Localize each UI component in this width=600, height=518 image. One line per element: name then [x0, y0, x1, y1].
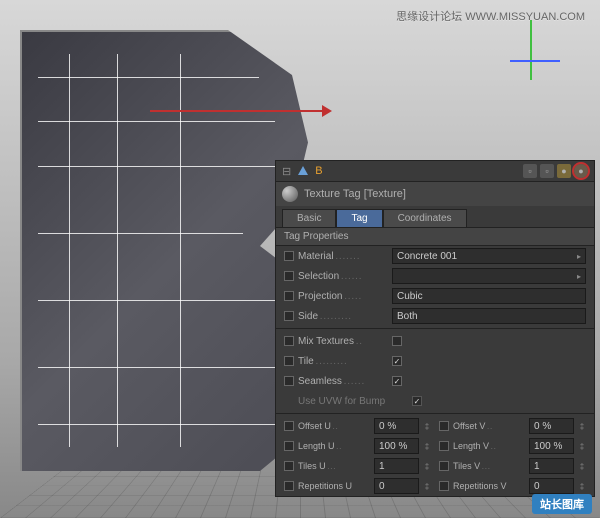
spinner-lengthu[interactable]: ‡ — [423, 442, 431, 451]
label-offsetu: Offset U . . — [298, 421, 370, 431]
axis-y — [530, 20, 532, 80]
tab-coordinates[interactable]: Coordinates — [383, 209, 467, 227]
anim-dot-side[interactable] — [284, 311, 294, 321]
object-tag-icons: ▫ ▫ ● ● — [523, 164, 588, 178]
axis-z — [510, 60, 560, 62]
source-badge: 站长图库 — [532, 494, 592, 514]
tag-icon-1[interactable]: ▫ — [523, 164, 537, 178]
hierarchy-toggle-icon[interactable]: ⊟ — [282, 165, 291, 178]
row-side: Side . . . . . . . . . Both — [276, 306, 594, 326]
panel-title: Texture Tag [Texture] — [304, 188, 406, 200]
checkbox-mix[interactable] — [392, 336, 402, 346]
field-lengthv[interactable]: 100 % — [529, 438, 574, 454]
row-tile: Tile . . . . . . . . . ✓ — [276, 351, 594, 371]
row-reps-u: Repetitions U 0 ‡ — [280, 476, 435, 496]
field-offsetu[interactable]: 0 % — [374, 418, 419, 434]
row-selection: Selection . . . . . . — [276, 266, 594, 286]
label-offsetv: Offset V . . — [453, 421, 525, 431]
spinner-offsetu[interactable]: ‡ — [423, 422, 431, 431]
separator — [276, 328, 594, 329]
anim-dot-selection[interactable] — [284, 271, 294, 281]
anim-dot-mix[interactable] — [284, 336, 294, 346]
label-selection: Selection . . . . . . — [298, 271, 388, 282]
label-tilesv: Tiles V . . . — [453, 461, 525, 471]
anim-dot-repsv[interactable] — [439, 481, 449, 491]
texture-tag-icon-selected[interactable]: ● — [574, 164, 588, 178]
object-path-bar: ⊟ B ▫ ▫ ● ● — [276, 161, 594, 182]
label-tile: Tile . . . . . . . . . — [298, 356, 388, 367]
anim-dot-lengthu[interactable] — [284, 441, 294, 451]
field-side[interactable]: Both — [392, 308, 586, 324]
spinner-offsetv[interactable]: ‡ — [578, 422, 586, 431]
row-mix-textures: Mix Textures . . — [276, 331, 594, 351]
object-type-icon — [297, 165, 309, 177]
panel-header: Texture Tag [Texture] — [276, 182, 594, 206]
watermark-text: 思缘设计论坛 WWW.MISSYUAN.COM — [396, 8, 585, 24]
field-repsu[interactable]: 0 — [374, 478, 419, 494]
anim-dot-projection[interactable] — [284, 291, 294, 301]
label-seamless: Seamless . . . . . . — [298, 376, 388, 387]
anim-dot-tile[interactable] — [284, 356, 294, 366]
row-seamless: Seamless . . . . . . ✓ — [276, 371, 594, 391]
row-length-u: Length U . . 100 % ‡ — [280, 436, 435, 456]
separator-2 — [276, 413, 594, 414]
checkbox-seamless[interactable]: ✓ — [392, 376, 402, 386]
anim-dot-material[interactable] — [284, 251, 294, 261]
row-projection: Projection . . . . . Cubic — [276, 286, 594, 306]
anim-dot-offsetv[interactable] — [439, 421, 449, 431]
checkbox-tile[interactable]: ✓ — [392, 356, 402, 366]
label-repsv: Repetitions V — [453, 481, 525, 491]
field-selection[interactable] — [392, 268, 586, 284]
object-name[interactable]: B — [315, 165, 517, 177]
tab-bar: Basic Tag Coordinates — [276, 206, 594, 227]
attribute-panel: ⊟ B ▫ ▫ ● ● Texture Tag [Texture] Basic … — [275, 160, 595, 497]
label-material: Material . . . . . . . — [298, 251, 388, 262]
anim-dot-tilesv[interactable] — [439, 461, 449, 471]
spinner-tilesu[interactable]: ‡ — [423, 462, 431, 471]
row-offset-u: Offset U . . 0 % ‡ — [280, 416, 435, 436]
row-uvw-bump: Use UVW for Bump ✓ — [276, 391, 594, 411]
tab-basic[interactable]: Basic — [282, 209, 336, 227]
section-header: Tag Properties — [276, 227, 594, 246]
field-offsetv[interactable]: 0 % — [529, 418, 574, 434]
checkbox-uvw: ✓ — [412, 396, 422, 406]
field-lengthu[interactable]: 100 % — [374, 438, 419, 454]
spinner-lengthv[interactable]: ‡ — [578, 442, 586, 451]
field-projection[interactable]: Cubic — [392, 288, 586, 304]
tag-icon-3[interactable]: ● — [557, 164, 571, 178]
tag-icon-2[interactable]: ▫ — [540, 164, 554, 178]
field-tilesv[interactable]: 1 — [529, 458, 574, 474]
label-lengthu: Length U . . — [298, 441, 370, 451]
anim-dot-seamless[interactable] — [284, 376, 294, 386]
label-repsu: Repetitions U — [298, 481, 370, 491]
anim-dot-offsetu[interactable] — [284, 421, 294, 431]
label-side: Side . . . . . . . . . — [298, 311, 388, 322]
tab-tag[interactable]: Tag — [336, 209, 382, 227]
row-tiles-v: Tiles V . . . 1 ‡ — [435, 456, 590, 476]
row-tiles-u: Tiles U . . . 1 ‡ — [280, 456, 435, 476]
uv-grid: Offset U . . 0 % ‡ Offset V . . 0 % ‡ Le… — [276, 416, 594, 496]
label-tilesu: Tiles U . . . — [298, 461, 370, 471]
row-length-v: Length V . . 100 % ‡ — [435, 436, 590, 456]
label-mix: Mix Textures . . — [298, 336, 388, 347]
spinner-repsu[interactable]: ‡ — [423, 482, 431, 491]
field-tilesu[interactable]: 1 — [374, 458, 419, 474]
axis-arrow-x[interactable] — [150, 110, 330, 112]
anim-dot-tilesu[interactable] — [284, 461, 294, 471]
row-offset-v: Offset V . . 0 % ‡ — [435, 416, 590, 436]
label-uvw: Use UVW for Bump — [298, 396, 408, 407]
field-material[interactable]: Concrete 001 — [392, 248, 586, 264]
anim-dot-lengthv[interactable] — [439, 441, 449, 451]
spinner-tilesv[interactable]: ‡ — [578, 462, 586, 471]
label-lengthv: Length V . . — [453, 441, 525, 451]
label-projection: Projection . . . . . — [298, 291, 388, 302]
material-sphere-icon — [282, 186, 298, 202]
anim-dot-repsu[interactable] — [284, 481, 294, 491]
field-repsv[interactable]: 0 — [529, 478, 574, 494]
row-reps-v: Repetitions V 0 ‡ — [435, 476, 590, 496]
spinner-repsv[interactable]: ‡ — [578, 482, 586, 491]
row-material: Material . . . . . . . Concrete 001 — [276, 246, 594, 266]
